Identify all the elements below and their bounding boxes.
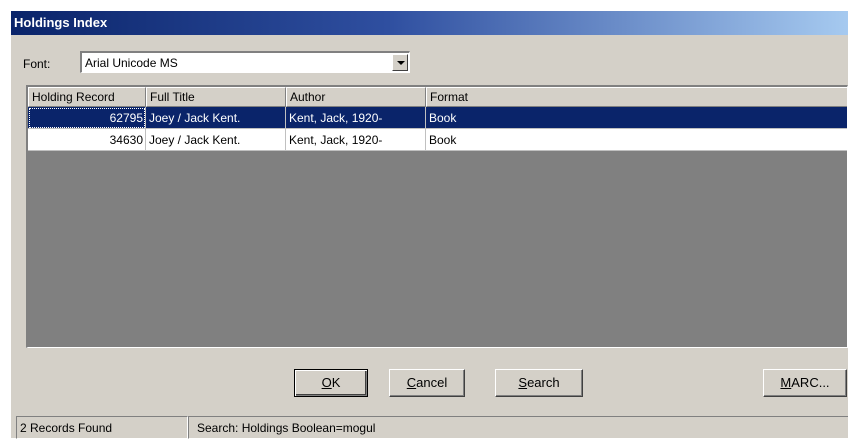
cell-holding-record: 62795 (28, 107, 146, 129)
chevron-down-icon[interactable] (392, 54, 408, 71)
font-label: Font: (23, 57, 51, 71)
font-select[interactable]: Arial Unicode MS (80, 51, 410, 73)
font-select-value: Arial Unicode MS (85, 56, 178, 70)
cell-format: Book (426, 107, 847, 129)
search-button[interactable]: Search (495, 369, 583, 397)
holdings-grid[interactable]: Holding Record Full Title Author Format … (26, 85, 848, 348)
cell-author: Kent, Jack, 1920- (286, 107, 426, 129)
column-header-full-title[interactable]: Full Title (146, 87, 286, 107)
marc-button[interactable]: MARC... (763, 369, 847, 397)
column-header-holding-record[interactable]: Holding Record (28, 87, 146, 107)
column-header-format[interactable]: Format (426, 87, 847, 107)
column-header-author[interactable]: Author (286, 87, 426, 107)
status-bar: 2 Records Found Search: Holdings Boolean… (16, 416, 848, 440)
cell-author: Kent, Jack, 1920- (286, 129, 426, 151)
cell-full-title: Joey / Jack Kent. (146, 129, 286, 151)
cancel-button[interactable]: Cancel (389, 369, 465, 397)
table-row[interactable]: 34630 Joey / Jack Kent. Kent, Jack, 1920… (28, 129, 847, 151)
cell-full-title: Joey / Jack Kent. (146, 107, 286, 129)
cell-format: Book (426, 129, 847, 151)
ok-button[interactable]: OK (294, 369, 368, 397)
cell-holding-record: 34630 (28, 129, 146, 151)
table-row[interactable]: 62795 Joey / Jack Kent. Kent, Jack, 1920… (28, 107, 847, 129)
status-record-count: 2 Records Found (16, 416, 188, 439)
holdings-index-window: Holdings Index Font: Arial Unicode MS Ho… (10, 10, 848, 440)
grid-header: Holding Record Full Title Author Format (28, 87, 847, 107)
status-search-query: Search: Holdings Boolean=mogul (188, 416, 848, 439)
window-title: Holdings Index (11, 11, 848, 35)
